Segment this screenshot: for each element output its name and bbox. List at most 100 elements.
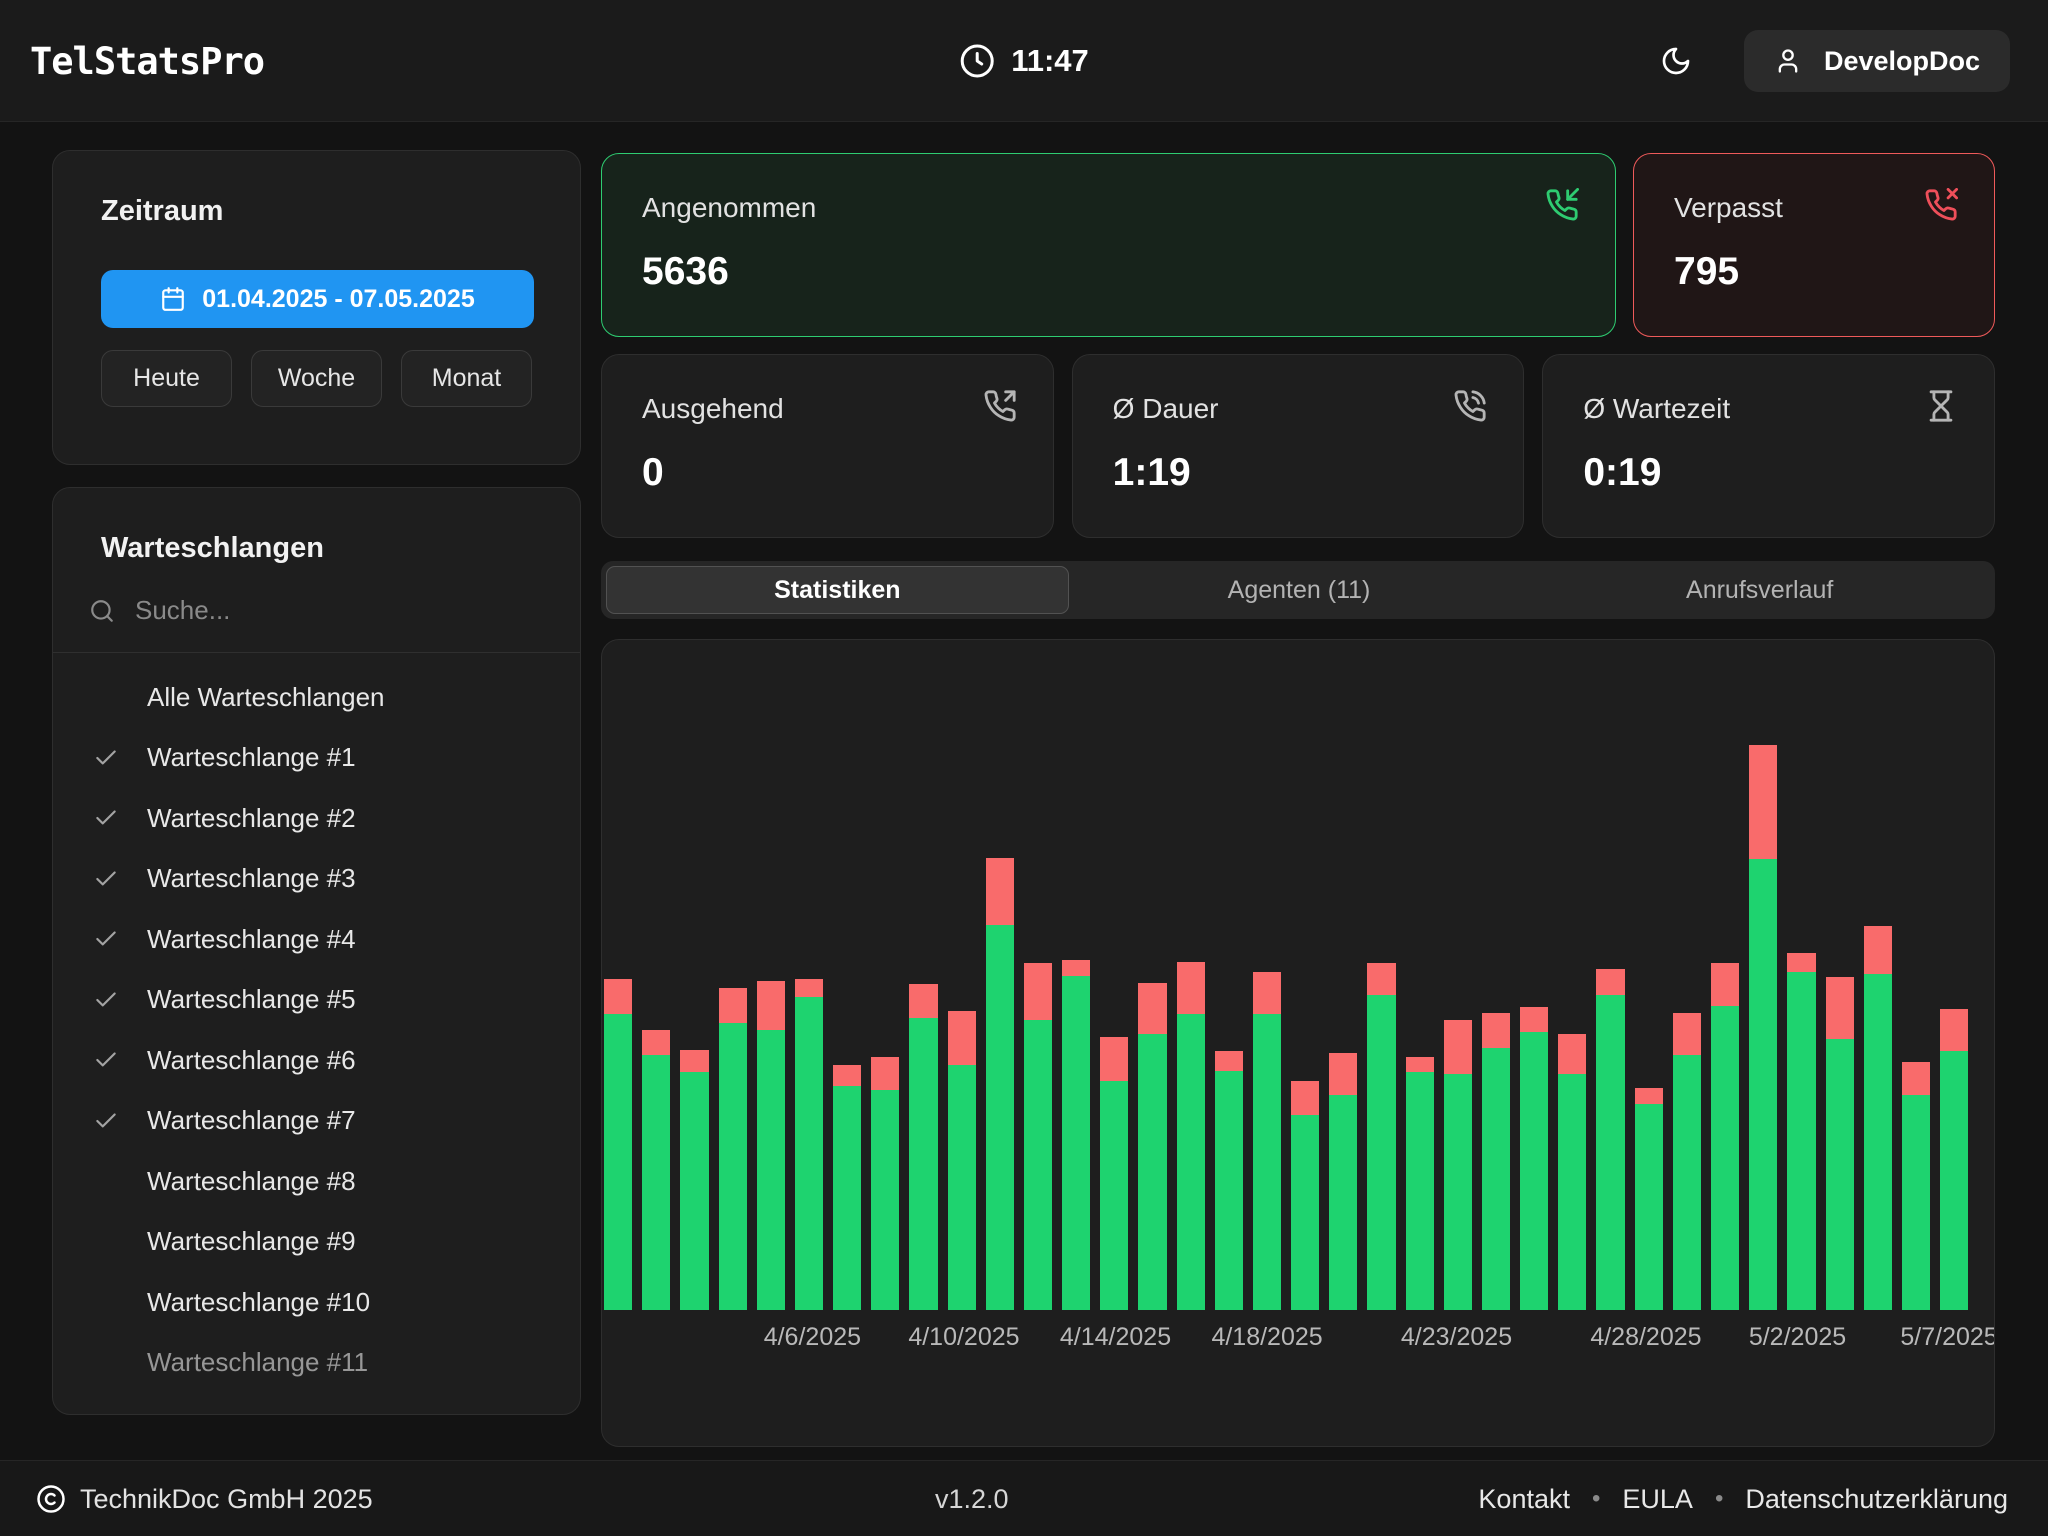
chart-bar[interactable] bbox=[1062, 960, 1090, 1310]
chart-bar[interactable] bbox=[1940, 1009, 1968, 1310]
queue-label: Warteschlange #11 bbox=[147, 1347, 368, 1378]
footer-links: Kontakt•EULA•Datenschutzerklärung bbox=[1478, 1461, 2008, 1536]
stat-outgoing-value: 0 bbox=[642, 451, 1013, 495]
queue-list-item[interactable]: Warteschlange #11 bbox=[53, 1333, 580, 1394]
chart-bar[interactable] bbox=[986, 858, 1014, 1310]
queue-list-item[interactable]: Warteschlange #2 bbox=[53, 788, 580, 849]
bar-segment-missed bbox=[948, 1011, 976, 1066]
bar-segment-answered bbox=[1100, 1081, 1128, 1310]
preset-button-monat[interactable]: Monat bbox=[401, 350, 532, 407]
bar-segment-answered bbox=[757, 1030, 785, 1310]
bar-segment-answered bbox=[948, 1065, 976, 1310]
queue-list-item[interactable]: Warteschlange #6 bbox=[53, 1030, 580, 1091]
chart-bar[interactable] bbox=[1826, 977, 1854, 1310]
queue-list-item[interactable]: Alle Warteschlangen bbox=[53, 667, 580, 728]
chart-bar[interactable] bbox=[1024, 963, 1052, 1310]
chart-bar[interactable] bbox=[1711, 963, 1739, 1310]
chart-bar[interactable] bbox=[1444, 1020, 1472, 1310]
moon-icon bbox=[1660, 45, 1692, 77]
bar-segment-missed bbox=[1482, 1013, 1510, 1048]
search-input[interactable] bbox=[135, 595, 532, 626]
queue-list-item[interactable]: Warteschlange #3 bbox=[53, 849, 580, 910]
queues-card: Warteschlangen Alle WarteschlangenWartes… bbox=[52, 487, 581, 1415]
dark-mode-toggle[interactable] bbox=[1660, 45, 1692, 77]
chart-bar[interactable] bbox=[604, 979, 632, 1310]
queue-label: Warteschlange #3 bbox=[147, 863, 356, 894]
search-icon bbox=[89, 598, 115, 624]
queue-list-item[interactable]: Warteschlange #7 bbox=[53, 1091, 580, 1152]
preset-button-woche[interactable]: Woche bbox=[251, 350, 382, 407]
queue-label: Warteschlange #6 bbox=[147, 1045, 356, 1076]
tab-agenten-11-[interactable]: Agenten (11) bbox=[1069, 566, 1530, 614]
bar-segment-missed bbox=[795, 979, 823, 997]
chart-bar[interactable] bbox=[1291, 1081, 1319, 1310]
stat-answered-label: Angenommen bbox=[642, 192, 1575, 224]
chart-bar[interactable] bbox=[1902, 1062, 1930, 1310]
bar-segment-missed bbox=[1062, 960, 1090, 976]
chart-bar[interactable] bbox=[1749, 745, 1777, 1310]
chart-bar[interactable] bbox=[1215, 1051, 1243, 1310]
stat-outgoing-label: Ausgehend bbox=[642, 393, 1013, 425]
preset-button-heute[interactable]: Heute bbox=[101, 350, 232, 407]
footer-link-datenschutzerklärung[interactable]: Datenschutzerklärung bbox=[1745, 1484, 2008, 1515]
chart-bar[interactable] bbox=[795, 979, 823, 1310]
chart-bar[interactable] bbox=[871, 1057, 899, 1310]
chart-bar[interactable] bbox=[1329, 1053, 1357, 1310]
chart-bar[interactable] bbox=[1864, 926, 1892, 1310]
bar-segment-answered bbox=[1596, 995, 1624, 1310]
stat-card-outgoing: Ausgehend 0 bbox=[601, 354, 1054, 538]
bar-segment-answered bbox=[1138, 1034, 1166, 1310]
chart-bar[interactable] bbox=[948, 1011, 976, 1310]
chart-bar[interactable] bbox=[1177, 962, 1205, 1310]
bar-segment-missed bbox=[1520, 1007, 1548, 1032]
queue-list-item[interactable]: Warteschlange #9 bbox=[53, 1212, 580, 1273]
chart-bar[interactable] bbox=[1520, 1007, 1548, 1310]
phone-missed-icon bbox=[1924, 188, 1958, 222]
app-logo: TelStatsPro bbox=[30, 0, 264, 122]
chart-bar[interactable] bbox=[1406, 1057, 1434, 1310]
queue-list-item[interactable]: Warteschlange #8 bbox=[53, 1151, 580, 1212]
date-range-button[interactable]: 01.04.2025 - 07.05.2025 bbox=[101, 270, 534, 328]
bar-segment-missed bbox=[757, 981, 785, 1030]
chart-bar[interactable] bbox=[1787, 953, 1815, 1310]
user-menu-button[interactable]: DevelopDoc bbox=[1744, 30, 2010, 92]
chart-bar[interactable] bbox=[909, 984, 937, 1310]
queue-list-item[interactable]: Warteschlange #10 bbox=[53, 1272, 580, 1333]
chart-bar[interactable] bbox=[1100, 1037, 1128, 1310]
date-range-label: 01.04.2025 - 07.05.2025 bbox=[202, 285, 474, 314]
tab-anrufsverlauf[interactable]: Anrufsverlauf bbox=[1529, 566, 1990, 614]
chart-bar[interactable] bbox=[1596, 969, 1624, 1310]
chart-bar[interactable] bbox=[1253, 972, 1281, 1310]
bar-segment-missed bbox=[1024, 963, 1052, 1019]
chart-bar[interactable] bbox=[833, 1065, 861, 1310]
footer-link-eula[interactable]: EULA bbox=[1622, 1484, 1693, 1515]
chart-bar[interactable] bbox=[1635, 1088, 1663, 1310]
chart-bar[interactable] bbox=[680, 1050, 708, 1310]
queue-list-item[interactable]: Warteschlange #5 bbox=[53, 970, 580, 1031]
check-icon bbox=[93, 805, 119, 831]
x-axis-tick-label: 4/18/2025 bbox=[1211, 1323, 1322, 1352]
chart-bar[interactable] bbox=[1673, 1013, 1701, 1310]
chart-bar[interactable] bbox=[1367, 963, 1395, 1310]
bar-segment-missed bbox=[871, 1057, 899, 1090]
queue-list-item[interactable]: Warteschlange #1 bbox=[53, 728, 580, 789]
chart-bar[interactable] bbox=[1558, 1034, 1586, 1310]
chart-bar[interactable] bbox=[1138, 983, 1166, 1310]
topbar: TelStatsPro 11:47 DevelopDoc bbox=[0, 0, 2048, 122]
footer-link-kontakt[interactable]: Kontakt bbox=[1478, 1484, 1570, 1515]
chart-bar[interactable] bbox=[1482, 1013, 1510, 1310]
stat-wait-value: 0:19 bbox=[1583, 451, 1954, 495]
queue-list-item[interactable]: Warteschlange #4 bbox=[53, 909, 580, 970]
stat-card-duration: Ø Dauer 1:19 bbox=[1072, 354, 1525, 538]
chart-x-axis: 4/6/20254/10/20254/14/20254/18/20254/23/… bbox=[604, 1323, 1968, 1363]
stat-duration-label: Ø Dauer bbox=[1113, 393, 1484, 425]
chart-bar[interactable] bbox=[719, 988, 747, 1310]
tab-statistiken[interactable]: Statistiken bbox=[606, 566, 1069, 614]
chart-bar[interactable] bbox=[757, 981, 785, 1310]
check-icon bbox=[93, 745, 119, 771]
x-axis-tick-label: 5/7/2025 bbox=[1900, 1323, 1995, 1352]
check-placeholder bbox=[93, 1350, 119, 1376]
chart-bar[interactable] bbox=[642, 1030, 670, 1310]
stat-duration-value: 1:19 bbox=[1113, 451, 1484, 495]
bar-segment-answered bbox=[1787, 972, 1815, 1310]
